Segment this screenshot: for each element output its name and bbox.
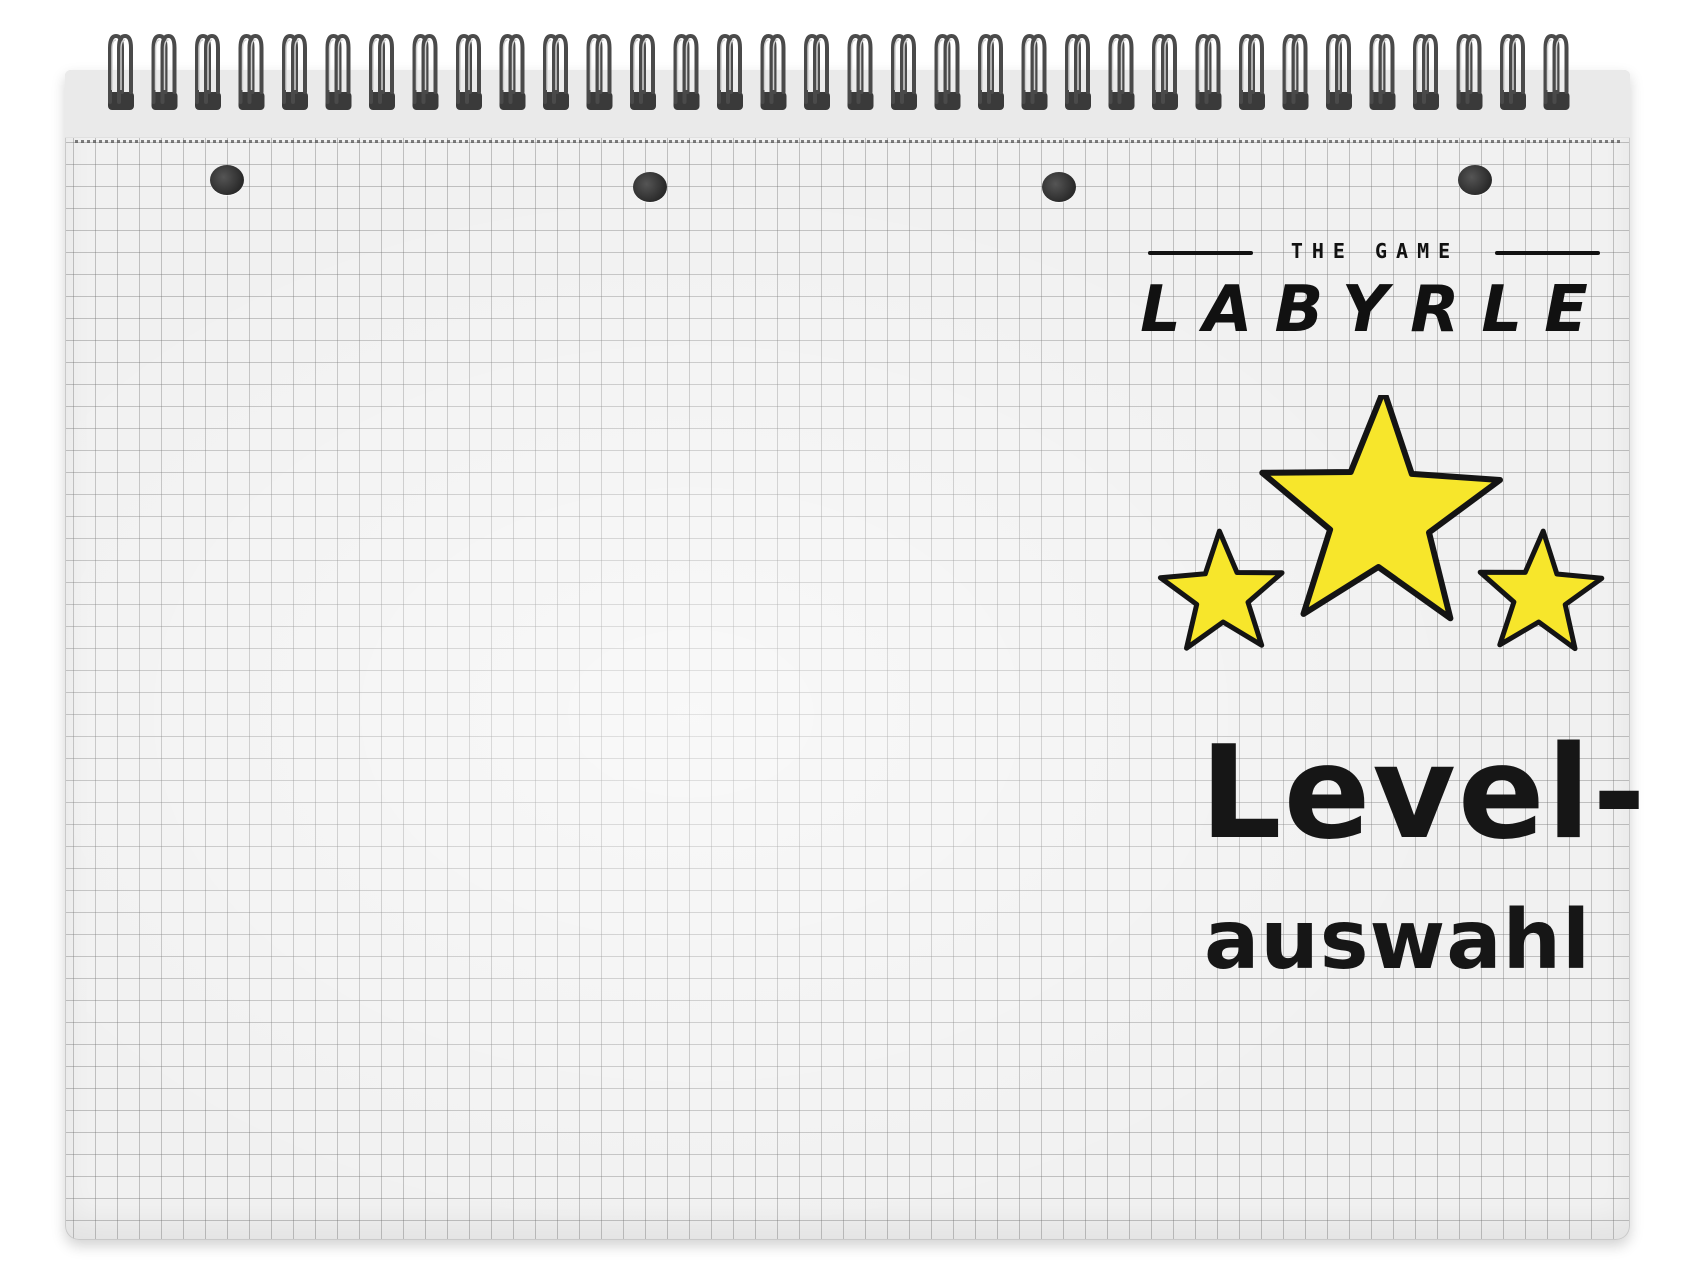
- binding-ring: [543, 33, 569, 110]
- binding-ring: [1021, 33, 1048, 110]
- binding-ring: [934, 33, 961, 110]
- binding-ring: [499, 33, 526, 110]
- binding-ring: [673, 33, 700, 110]
- star-icon-left: [1157, 528, 1285, 651]
- punch-hole: [633, 172, 667, 202]
- binding-ring: [369, 33, 395, 110]
- binding-ring: [1543, 33, 1570, 110]
- binding-ring: [1152, 33, 1178, 110]
- binding-ring: [1413, 33, 1439, 110]
- binding-ring: [804, 33, 830, 110]
- star-icon-right: [1477, 528, 1605, 652]
- binding-ring: [1282, 33, 1309, 110]
- binding-ring: [1239, 33, 1265, 110]
- binding-ring: [1500, 33, 1526, 110]
- binding-ring: [630, 33, 656, 110]
- binding-ring: [195, 33, 221, 110]
- logo-title: LABYRLE: [1140, 273, 1610, 347]
- binding-ring: [282, 33, 308, 110]
- binding-ring: [891, 33, 917, 110]
- binding-ring: [108, 33, 134, 110]
- binding-ring: [586, 33, 613, 110]
- binding-ring: [1108, 33, 1135, 110]
- logo-rule-right: [1495, 251, 1600, 255]
- spiral-binding: [108, 33, 1570, 110]
- binding-ring: [1456, 33, 1483, 110]
- binding-ring: [1326, 33, 1352, 110]
- star-rating: [1157, 395, 1605, 652]
- punch-hole: [210, 165, 244, 195]
- binding-ring: [1065, 33, 1091, 110]
- binding-ring: [978, 33, 1004, 110]
- binding-ring: [760, 33, 787, 110]
- game-logo: THE GAME LABYRLE: [1140, 235, 1610, 347]
- binding-ring: [847, 33, 874, 110]
- binding-ring: [456, 33, 482, 110]
- level-select-title: Level- auswahl: [1190, 730, 1646, 1030]
- level-title-line2: auswahl: [1204, 893, 1592, 988]
- binding-ring: [238, 33, 265, 110]
- level-title-line1: Level-: [1200, 719, 1648, 868]
- binding-ring: [1195, 33, 1222, 110]
- star-icon-center: [1259, 395, 1503, 622]
- punch-hole: [1458, 165, 1492, 195]
- binding-ring: [412, 33, 439, 110]
- binding-ring: [325, 33, 352, 110]
- punch-hole: [1042, 172, 1076, 202]
- perforation-line: [75, 140, 1620, 143]
- binding-ring: [1369, 33, 1396, 110]
- binding-ring: [717, 33, 743, 110]
- binding-ring: [151, 33, 178, 110]
